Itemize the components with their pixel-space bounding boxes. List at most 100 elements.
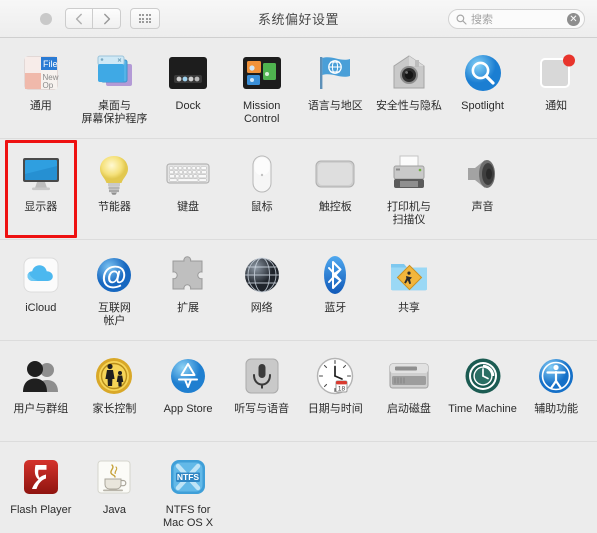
- pref-pane-sound[interactable]: 声音: [446, 147, 520, 233]
- pref-pane-security-privacy[interactable]: 安全性与隐私: [372, 46, 446, 132]
- pref-pane-spotlight[interactable]: Spotlight: [446, 46, 520, 132]
- pref-pane-sharing[interactable]: 共享: [372, 248, 446, 334]
- pref-pane-label: 扩展: [177, 302, 200, 314]
- app-store-icon: [165, 353, 211, 399]
- pref-pane-startup-disk[interactable]: 启动磁盘: [372, 349, 446, 435]
- pref-pane-label: 显示器: [24, 201, 58, 213]
- pref-pane-dictation-speech[interactable]: 听写与语音: [225, 349, 299, 435]
- dock-icon: [165, 50, 211, 96]
- internet-accounts-icon: @: [91, 252, 137, 298]
- pref-pane-label: 节能器: [97, 201, 131, 213]
- pref-pane-label: 触控板: [318, 201, 352, 213]
- pref-pane-language-region[interactable]: 语言与地区: [299, 46, 373, 132]
- pref-pane-label: 辅助功能: [534, 403, 579, 415]
- time-machine-icon: [460, 353, 506, 399]
- pref-pane-label: 通知: [545, 100, 568, 112]
- pref-pane-label: 安全性与隐私: [375, 100, 442, 112]
- pane-row-system: 用户与群组 家长控制 App Store 听写与语音 18 日期与时间 启动磁盘…: [0, 341, 597, 442]
- dictation-speech-icon: [239, 353, 285, 399]
- pref-pane-users-groups[interactable]: 用户与群组: [4, 349, 78, 435]
- pref-pane-mouse[interactable]: 鼠标: [225, 147, 299, 233]
- pref-pane-label: Mission Control: [243, 100, 281, 125]
- grid-filler: [299, 450, 373, 533]
- energy-saver-icon: [91, 151, 137, 197]
- pref-pane-mission-control[interactable]: Mission Control: [225, 46, 299, 132]
- window-dot[interactable]: [40, 12, 52, 25]
- notifications-icon: [533, 50, 579, 96]
- svg-text:NTFS: NTFS: [177, 472, 200, 482]
- pref-pane-label: 鼠标: [250, 201, 273, 213]
- search-field[interactable]: 搜索 ✕: [448, 9, 585, 29]
- forward-button[interactable]: [93, 8, 121, 29]
- pref-pane-notifications[interactable]: 通知: [519, 46, 593, 132]
- back-button[interactable]: [65, 8, 93, 29]
- pref-pane-trackpad[interactable]: 触控板: [299, 147, 373, 233]
- language-region-icon: [312, 50, 358, 96]
- grid-filler: [519, 450, 593, 533]
- desktop-screensaver-icon: [91, 50, 137, 96]
- pref-pane-label: 桌面与 屏幕保护程序: [81, 100, 148, 125]
- pref-pane-network[interactable]: 网络: [225, 248, 299, 334]
- pref-pane-label: 日期与时间: [307, 403, 363, 415]
- search-input[interactable]: 搜索: [471, 11, 567, 27]
- date-time-icon: 18: [312, 353, 358, 399]
- security-privacy-icon: [386, 50, 432, 96]
- navigation-buttons: [65, 8, 121, 29]
- pref-pane-label: 共享: [397, 302, 420, 314]
- sharing-icon: [386, 252, 432, 298]
- pref-pane-label: 家长控制: [92, 403, 137, 415]
- chevron-right-icon: [103, 13, 110, 24]
- pref-pane-icloud[interactable]: iCloud: [4, 248, 78, 334]
- parental-controls-icon: [91, 353, 137, 399]
- pref-pane-displays[interactable]: 显示器: [4, 140, 78, 238]
- pref-pane-label: 网络: [250, 302, 273, 314]
- clear-search-button[interactable]: ✕: [567, 12, 580, 26]
- grid-icon: [138, 14, 152, 23]
- pref-pane-date-time[interactable]: 18 日期与时间: [299, 349, 373, 435]
- pref-pane-label: NTFS for Mac OS X: [163, 504, 214, 529]
- system-preferences-window: 系统偏好设置 搜索 ✕ File New Op 通用 桌面与 屏幕保护程序 Do…: [0, 0, 597, 533]
- pref-pane-accessibility[interactable]: 辅助功能: [519, 349, 593, 435]
- mission-control-icon: [239, 50, 285, 96]
- pane-row-internet-wireless: iCloud @ 互联网 帐户 扩展 网络 蓝牙 共享: [0, 240, 597, 341]
- pref-pane-ntfs-for-mac[interactable]: NTFS NTFS for Mac OS X: [151, 450, 225, 533]
- sound-icon: [460, 151, 506, 197]
- pref-pane-label: Dock: [175, 100, 201, 112]
- trackpad-icon: [312, 151, 358, 197]
- pref-pane-energy-saver[interactable]: 节能器: [78, 147, 152, 233]
- keyboard-icon: [165, 151, 211, 197]
- show-all-button[interactable]: [130, 8, 160, 29]
- pane-row-personal: File New Op 通用 桌面与 屏幕保护程序 Dock Mission C…: [0, 38, 597, 139]
- startup-disk-icon: [386, 353, 432, 399]
- grid-filler: [446, 248, 520, 334]
- pref-pane-flash-player[interactable]: Flash Player: [4, 450, 78, 533]
- general-icon: File New Op: [18, 50, 64, 96]
- bluetooth-icon: [312, 252, 358, 298]
- svg-text:18: 18: [338, 385, 346, 392]
- svg-text:File: File: [43, 59, 58, 69]
- pref-pane-internet-accounts[interactable]: @ 互联网 帐户: [78, 248, 152, 334]
- svg-text:@: @: [102, 260, 127, 290]
- pref-pane-printers-scanners[interactable]: 打印机与 扫描仪: [372, 147, 446, 233]
- pref-pane-time-machine[interactable]: Time Machine: [446, 349, 520, 435]
- pref-pane-desktop-screensaver[interactable]: 桌面与 屏幕保护程序: [78, 46, 152, 132]
- pane-row-other: Flash Player Java NTFS NTFS for Mac OS X: [0, 442, 597, 533]
- pref-pane-label: Java: [102, 504, 127, 516]
- pref-pane-dock[interactable]: Dock: [151, 46, 225, 132]
- pref-pane-parental-controls[interactable]: 家长控制: [78, 349, 152, 435]
- pref-pane-label: 语言与地区: [307, 100, 363, 112]
- pref-pane-general[interactable]: File New Op 通用: [4, 46, 78, 132]
- pref-pane-extensions[interactable]: 扩展: [151, 248, 225, 334]
- chevron-left-icon: [75, 13, 82, 24]
- users-groups-icon: [18, 353, 64, 399]
- pref-pane-app-store[interactable]: App Store: [151, 349, 225, 435]
- pref-pane-bluetooth[interactable]: 蓝牙: [299, 248, 373, 334]
- icloud-icon: [18, 252, 64, 298]
- flash-player-icon: [18, 454, 64, 500]
- toolbar: 系统偏好设置 搜索 ✕: [0, 0, 597, 38]
- pref-pane-keyboard[interactable]: 键盘: [151, 147, 225, 233]
- pref-pane-java[interactable]: Java: [78, 450, 152, 533]
- svg-text:Op: Op: [42, 81, 53, 90]
- pref-pane-label: 键盘: [177, 201, 200, 213]
- pref-pane-label: 互联网 帐户: [97, 302, 131, 327]
